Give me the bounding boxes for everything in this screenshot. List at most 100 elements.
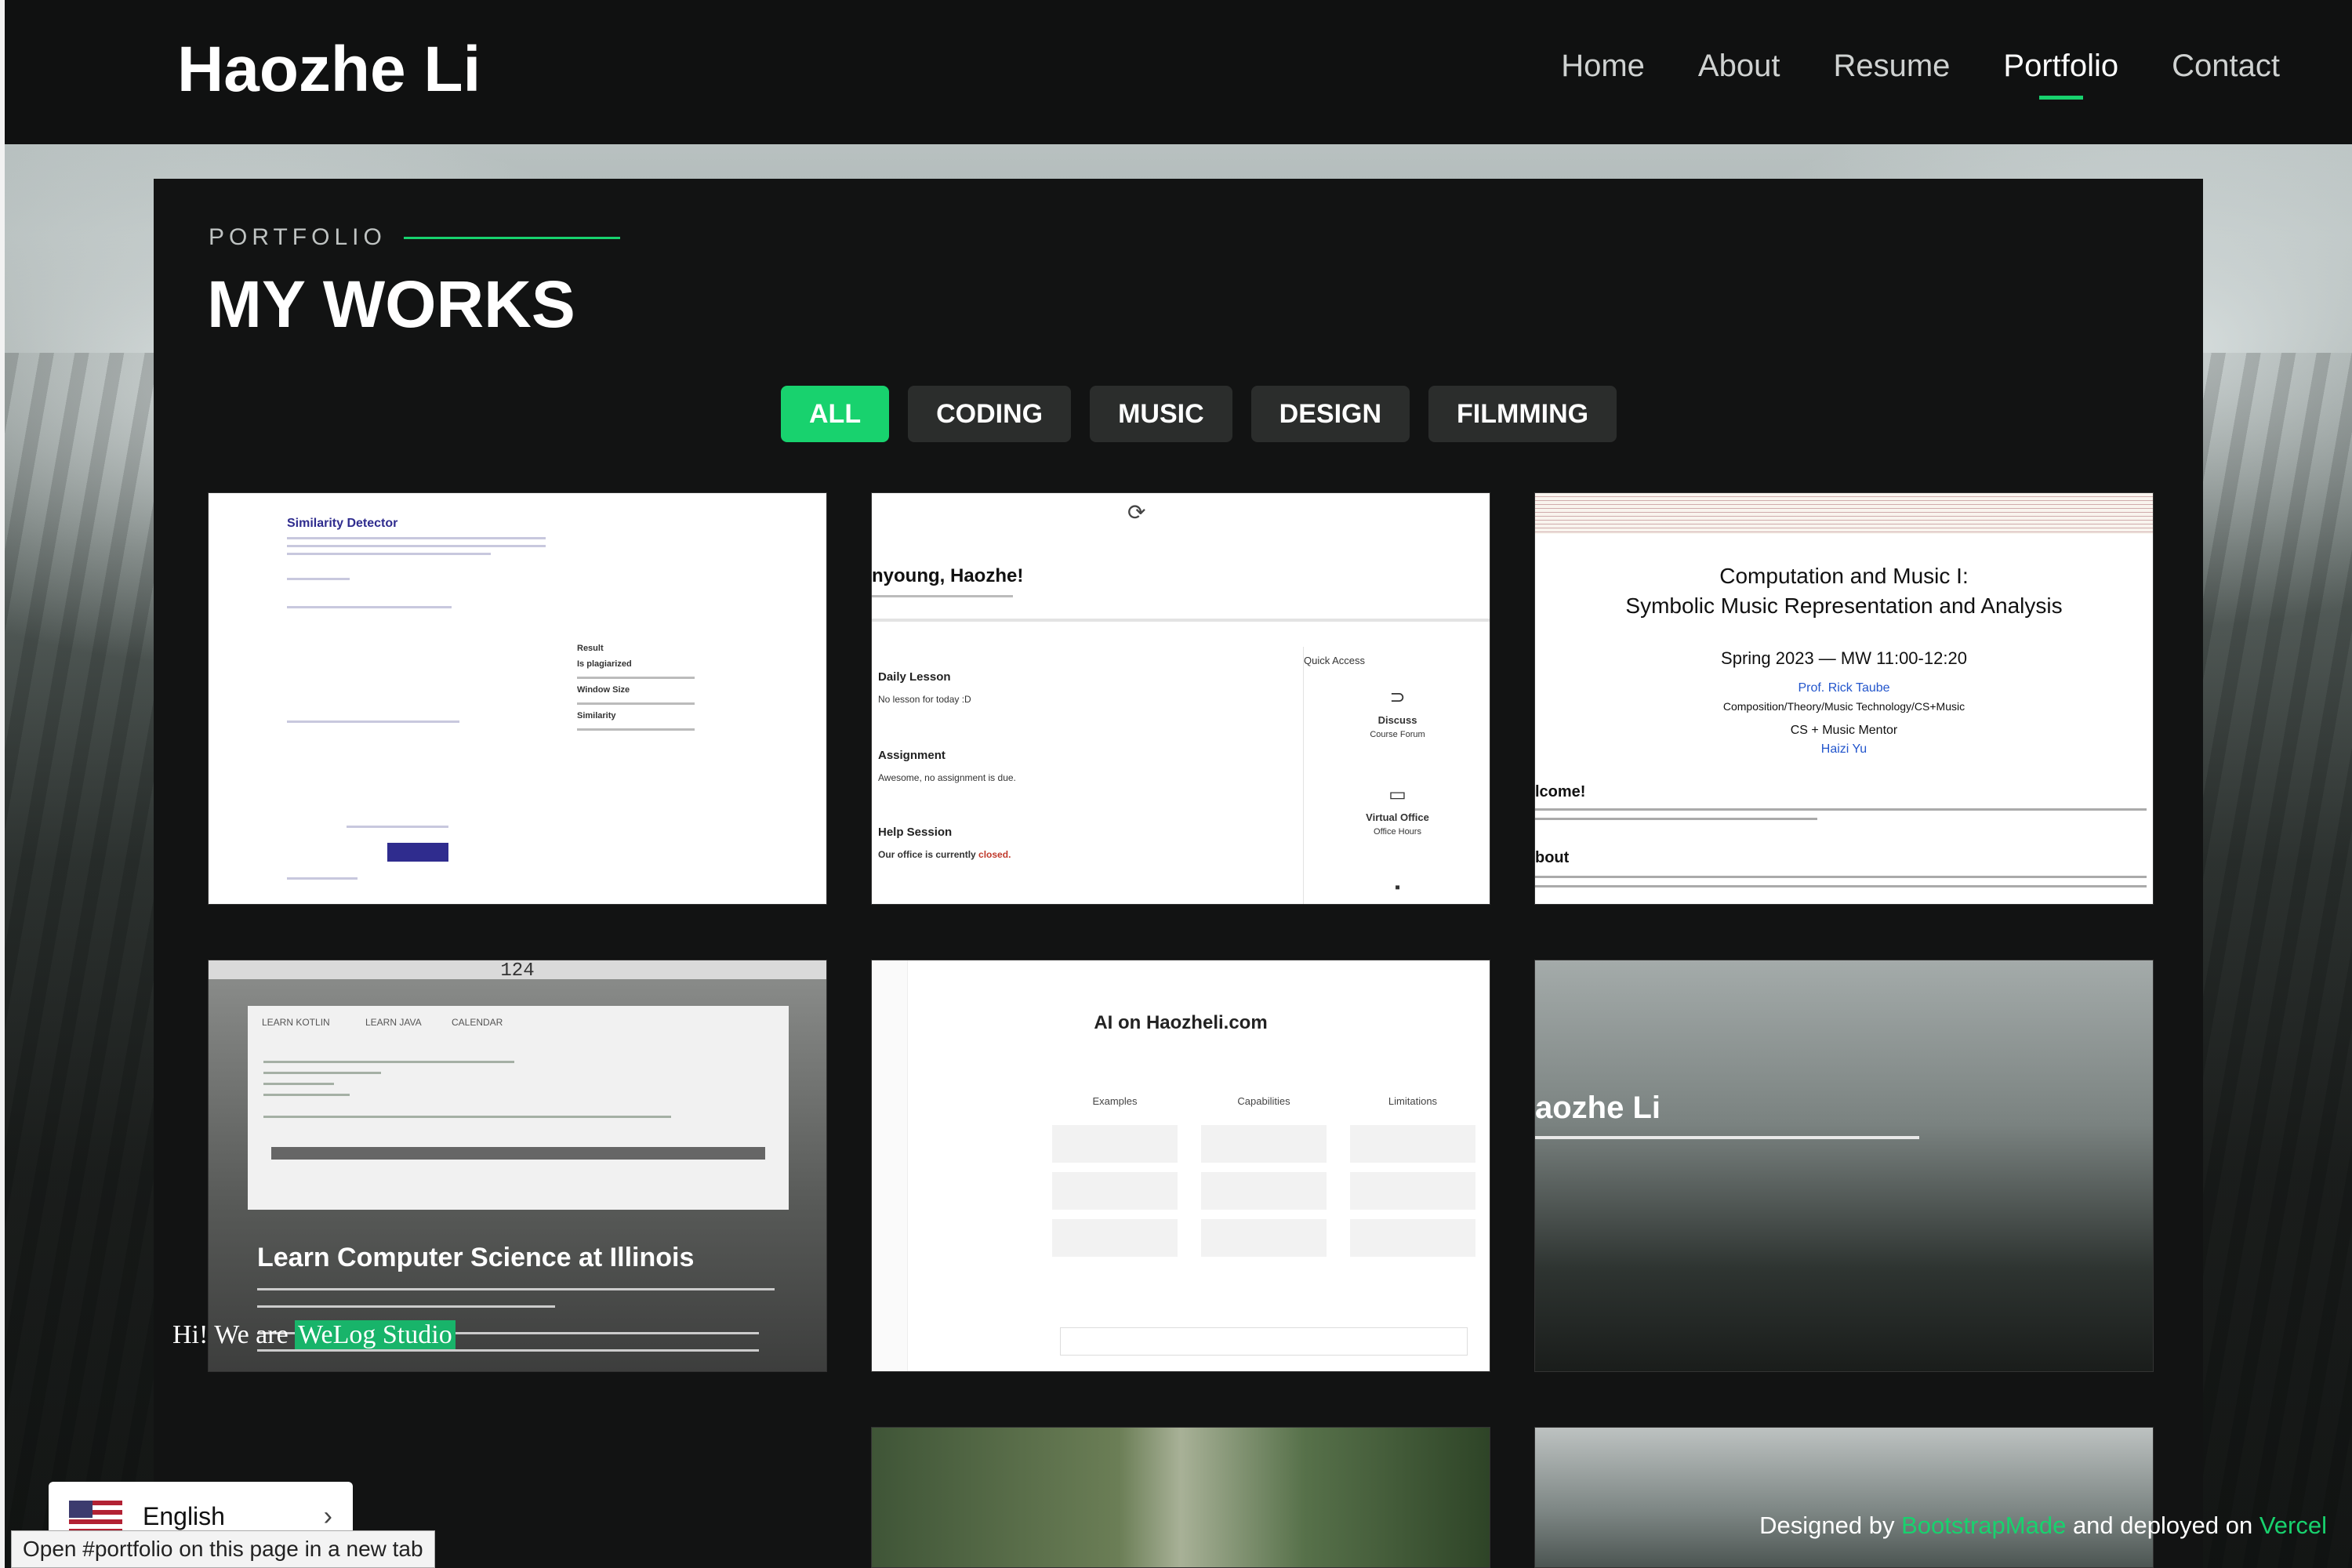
ai-heading: AI on Haozheli.com <box>1094 1012 1268 1033</box>
result-heading: Result <box>577 644 604 653</box>
card-image <box>1535 1428 2153 1567</box>
text-line <box>287 606 452 608</box>
music-staff <box>1535 493 2153 534</box>
welog-banner: Hi! We are WeLog Studio <box>172 1320 456 1350</box>
code-line <box>263 1094 350 1096</box>
brand-logo[interactable]: Haozhe Li <box>177 33 481 107</box>
virtual-office-icon: ▭ <box>1388 784 1406 805</box>
daily-lesson-text: No lesson for today :D <box>878 694 971 705</box>
filter-music[interactable]: MUSIC <box>1090 386 1232 442</box>
welcome-heading: lcome! <box>1535 783 1586 800</box>
nav-contact[interactable]: Contact <box>2172 49 2280 95</box>
help-session-label: Help Session <box>878 826 953 839</box>
assignment-text: Awesome, no assignment is due. <box>878 772 1016 783</box>
result-label: Is plagiarized <box>577 659 632 669</box>
filter-all[interactable]: ALL <box>781 386 890 442</box>
mentor-label: CS + Music Mentor <box>1790 724 1898 737</box>
footer-deployed: and deployed on <box>2066 1512 2259 1539</box>
discuss-label: Discuss <box>1377 714 1417 726</box>
result-label: Similarity <box>577 711 616 720</box>
course-term: Spring 2023 — MW 11:00-12:20 <box>1721 648 1967 668</box>
chevron-right-icon: › <box>323 1501 332 1531</box>
course-title: Computation and Music I: <box>1719 564 1969 588</box>
text-line <box>257 1288 775 1290</box>
text-line <box>1535 818 1817 820</box>
tab-learn-kotlin: LEARN KOTLIN <box>262 1017 330 1028</box>
quick-access-label: Quick Access <box>1304 655 1366 666</box>
book-icon: ▪ <box>1394 879 1401 896</box>
code-line <box>263 1083 334 1085</box>
example-box <box>1052 1125 1178 1163</box>
portfolio-item-ai-chat[interactable]: AI on Haozheli.com Examples Capabilities… <box>871 960 1490 1372</box>
footer-designed: Designed by <box>1759 1512 1902 1539</box>
greeting: nyoung, Haozhe! <box>872 565 1024 586</box>
portfolio-item-mountains[interactable] <box>1534 1427 2154 1568</box>
mentor-name: Haizi Yu <box>1820 742 1867 756</box>
result-label: Window Size <box>577 685 630 695</box>
site-header: Haozhe Li Home About Resume Portfolio Co… <box>5 0 2352 144</box>
detect-button <box>387 843 448 862</box>
portfolio-item-temple[interactable] <box>871 1427 1490 1568</box>
course-subtitle: Symbolic Music Representation and Analys… <box>1625 593 2063 618</box>
landing-tagline <box>1535 1136 1919 1139</box>
link-status-tooltip: Open #portfolio on this page in a new ta… <box>11 1530 435 1568</box>
text-line <box>347 826 448 828</box>
code-line <box>263 1061 514 1063</box>
section-title: MY WORKS <box>207 267 575 341</box>
filter-filmming[interactable]: FILMMING <box>1428 386 1617 442</box>
result-panel: Result Is plagiarized Window Size Simila… <box>577 637 695 731</box>
eyebrow-label: PORTFOLIO <box>209 224 387 250</box>
card-title: Similarity Detector <box>287 517 398 530</box>
portfolio-item-dashboard[interactable]: ⟳ nyoung, Haozhe! Daily Lesson No lesson… <box>871 492 1490 905</box>
discuss-icon: ⊃ <box>1389 687 1406 708</box>
text-line <box>577 728 695 731</box>
limitation-box <box>1350 1172 1475 1210</box>
main-nav: Home About Resume Portfolio Contact <box>1561 49 2280 100</box>
capability-box <box>1201 1125 1327 1163</box>
code-line <box>263 1116 671 1118</box>
footer-credits: Designed by BootstrapMade and deployed o… <box>1759 1512 2327 1540</box>
filter-coding[interactable]: CODING <box>908 386 1072 442</box>
capability-box <box>1201 1172 1327 1210</box>
portfolio-item-cs124[interactable]: 124 LEARN KOTLIN LEARN JAVA CALENDAR Lea… <box>208 960 827 1372</box>
nav-portfolio[interactable]: Portfolio <box>2003 49 2118 100</box>
portfolio-item-personal-site[interactable]: aozhe Li <box>1534 960 2154 1372</box>
eyebrow-divider <box>403 236 620 239</box>
portfolio-item-similarity-detector[interactable]: Similarity Detector Result Is plagiarize… <box>208 492 827 905</box>
text-line <box>287 553 491 555</box>
nav-about[interactable]: About <box>1698 49 1780 95</box>
tab-calendar: CALENDAR <box>452 1017 503 1028</box>
bootstrapmade-link[interactable]: BootstrapMade <box>1901 1512 2066 1539</box>
office-hours-label: Office Hours <box>1374 827 1421 837</box>
text-line <box>287 877 358 880</box>
card-image <box>1535 960 2153 1371</box>
card-image <box>872 1428 1490 1567</box>
text-line <box>287 545 546 547</box>
landing-name: aozhe Li <box>1535 1091 1661 1125</box>
us-flag-icon <box>69 1501 122 1532</box>
vercel-link[interactable]: Vercel <box>2259 1512 2327 1539</box>
limitations-column: Limitations <box>1388 1095 1438 1107</box>
example-box <box>1052 1219 1178 1257</box>
text-line <box>872 595 1013 597</box>
audio-player <box>271 1147 765 1160</box>
text-line <box>577 677 695 679</box>
assignment-label: Assignment <box>878 749 946 762</box>
nav-home[interactable]: Home <box>1561 49 1645 95</box>
text-line <box>1535 885 2147 887</box>
tab-learn-java: LEARN JAVA <box>365 1017 422 1028</box>
nav-resume[interactable]: Resume <box>1833 49 1950 95</box>
office-text: Our office is currently <box>878 849 976 860</box>
text-line <box>287 537 546 539</box>
text-line <box>287 720 459 723</box>
limitation-box <box>1350 1125 1475 1163</box>
about-heading: bout <box>1535 849 1570 866</box>
office-status: Our office is currently closed. <box>878 849 1011 860</box>
text-line <box>1535 808 2147 811</box>
course-number: 124 <box>209 960 826 982</box>
capability-box <box>1201 1219 1327 1257</box>
filter-design[interactable]: DESIGN <box>1250 386 1410 442</box>
portfolio-item-computation-music[interactable]: Computation and Music I: Symbolic Music … <box>1534 492 2154 905</box>
welog-name: WeLog Studio <box>295 1320 456 1349</box>
welog-prefix: Hi! We are <box>172 1320 296 1349</box>
